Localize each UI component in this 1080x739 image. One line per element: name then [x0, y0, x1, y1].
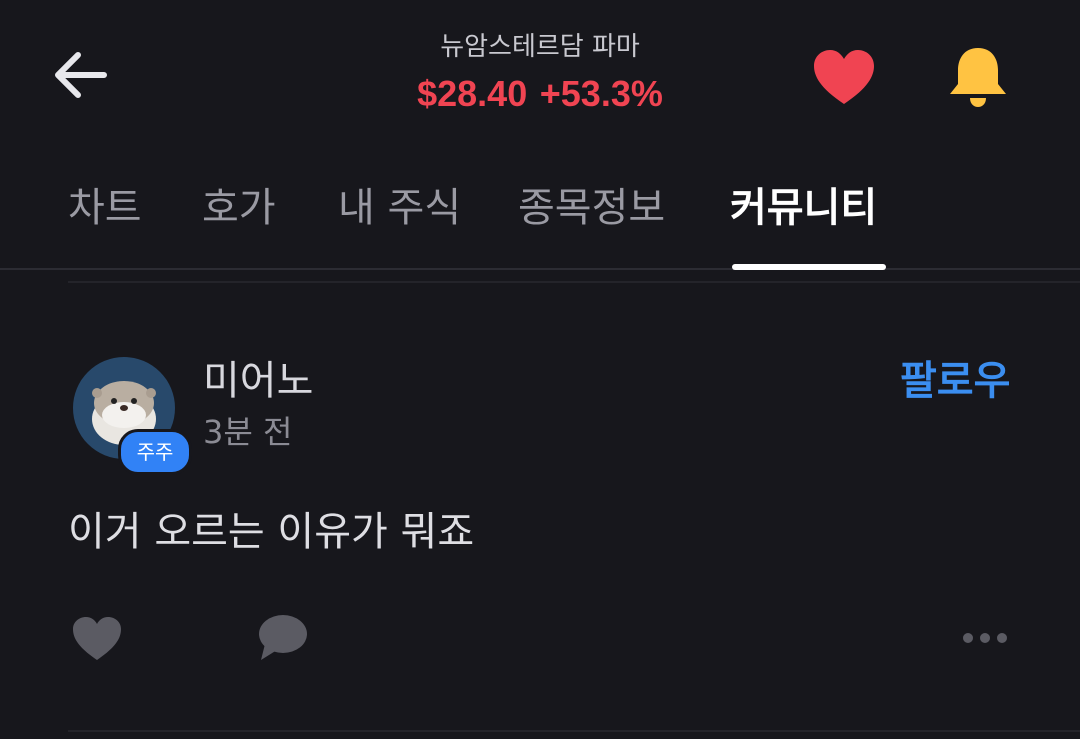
tab-my-stock[interactable]: 내 주식 — [338, 182, 461, 234]
comment-icon — [259, 615, 307, 660]
more-horizontal-icon — [963, 633, 1007, 643]
alert-button[interactable] — [945, 44, 1011, 110]
follow-button[interactable]: 팔로우 — [900, 356, 1010, 406]
active-tab-indicator — [732, 264, 886, 270]
stock-title-block: 뉴암스테르담 파마 $28.40 +53.3% — [340, 30, 740, 119]
heart-icon — [814, 50, 874, 104]
post-time: 3분 전 — [203, 413, 293, 451]
bell-icon — [950, 48, 1006, 107]
stock-price: $28.40 — [417, 73, 528, 114]
tab-divider — [0, 268, 1080, 270]
stock-name: 뉴암스테르담 파마 — [440, 32, 640, 62]
heart-outline-icon — [73, 617, 121, 660]
arrow-left-icon — [55, 52, 107, 98]
tab-stock-info[interactable]: 종목정보 — [518, 182, 665, 234]
post-body[interactable]: 이거 오르는 이유가 뭐죠 — [68, 504, 474, 560]
author-name[interactable]: 미어노 — [203, 356, 313, 406]
tab-chart[interactable]: 차트 — [68, 182, 142, 234]
shareholder-badge: 주주 — [118, 429, 192, 475]
back-button[interactable] — [48, 42, 114, 108]
divider — [68, 730, 1080, 732]
price-change: +53.3% — [539, 73, 663, 114]
favorite-button[interactable] — [810, 46, 878, 110]
divider — [68, 281, 1080, 283]
more-button[interactable] — [960, 628, 1010, 648]
price-row: $28.40 +53.3% — [340, 70, 740, 119]
tab-community[interactable]: 커뮤니티 — [730, 182, 877, 234]
tab-orderbook[interactable]: 호가 — [202, 182, 276, 234]
comment-button[interactable] — [255, 612, 309, 664]
like-button[interactable] — [70, 614, 124, 664]
